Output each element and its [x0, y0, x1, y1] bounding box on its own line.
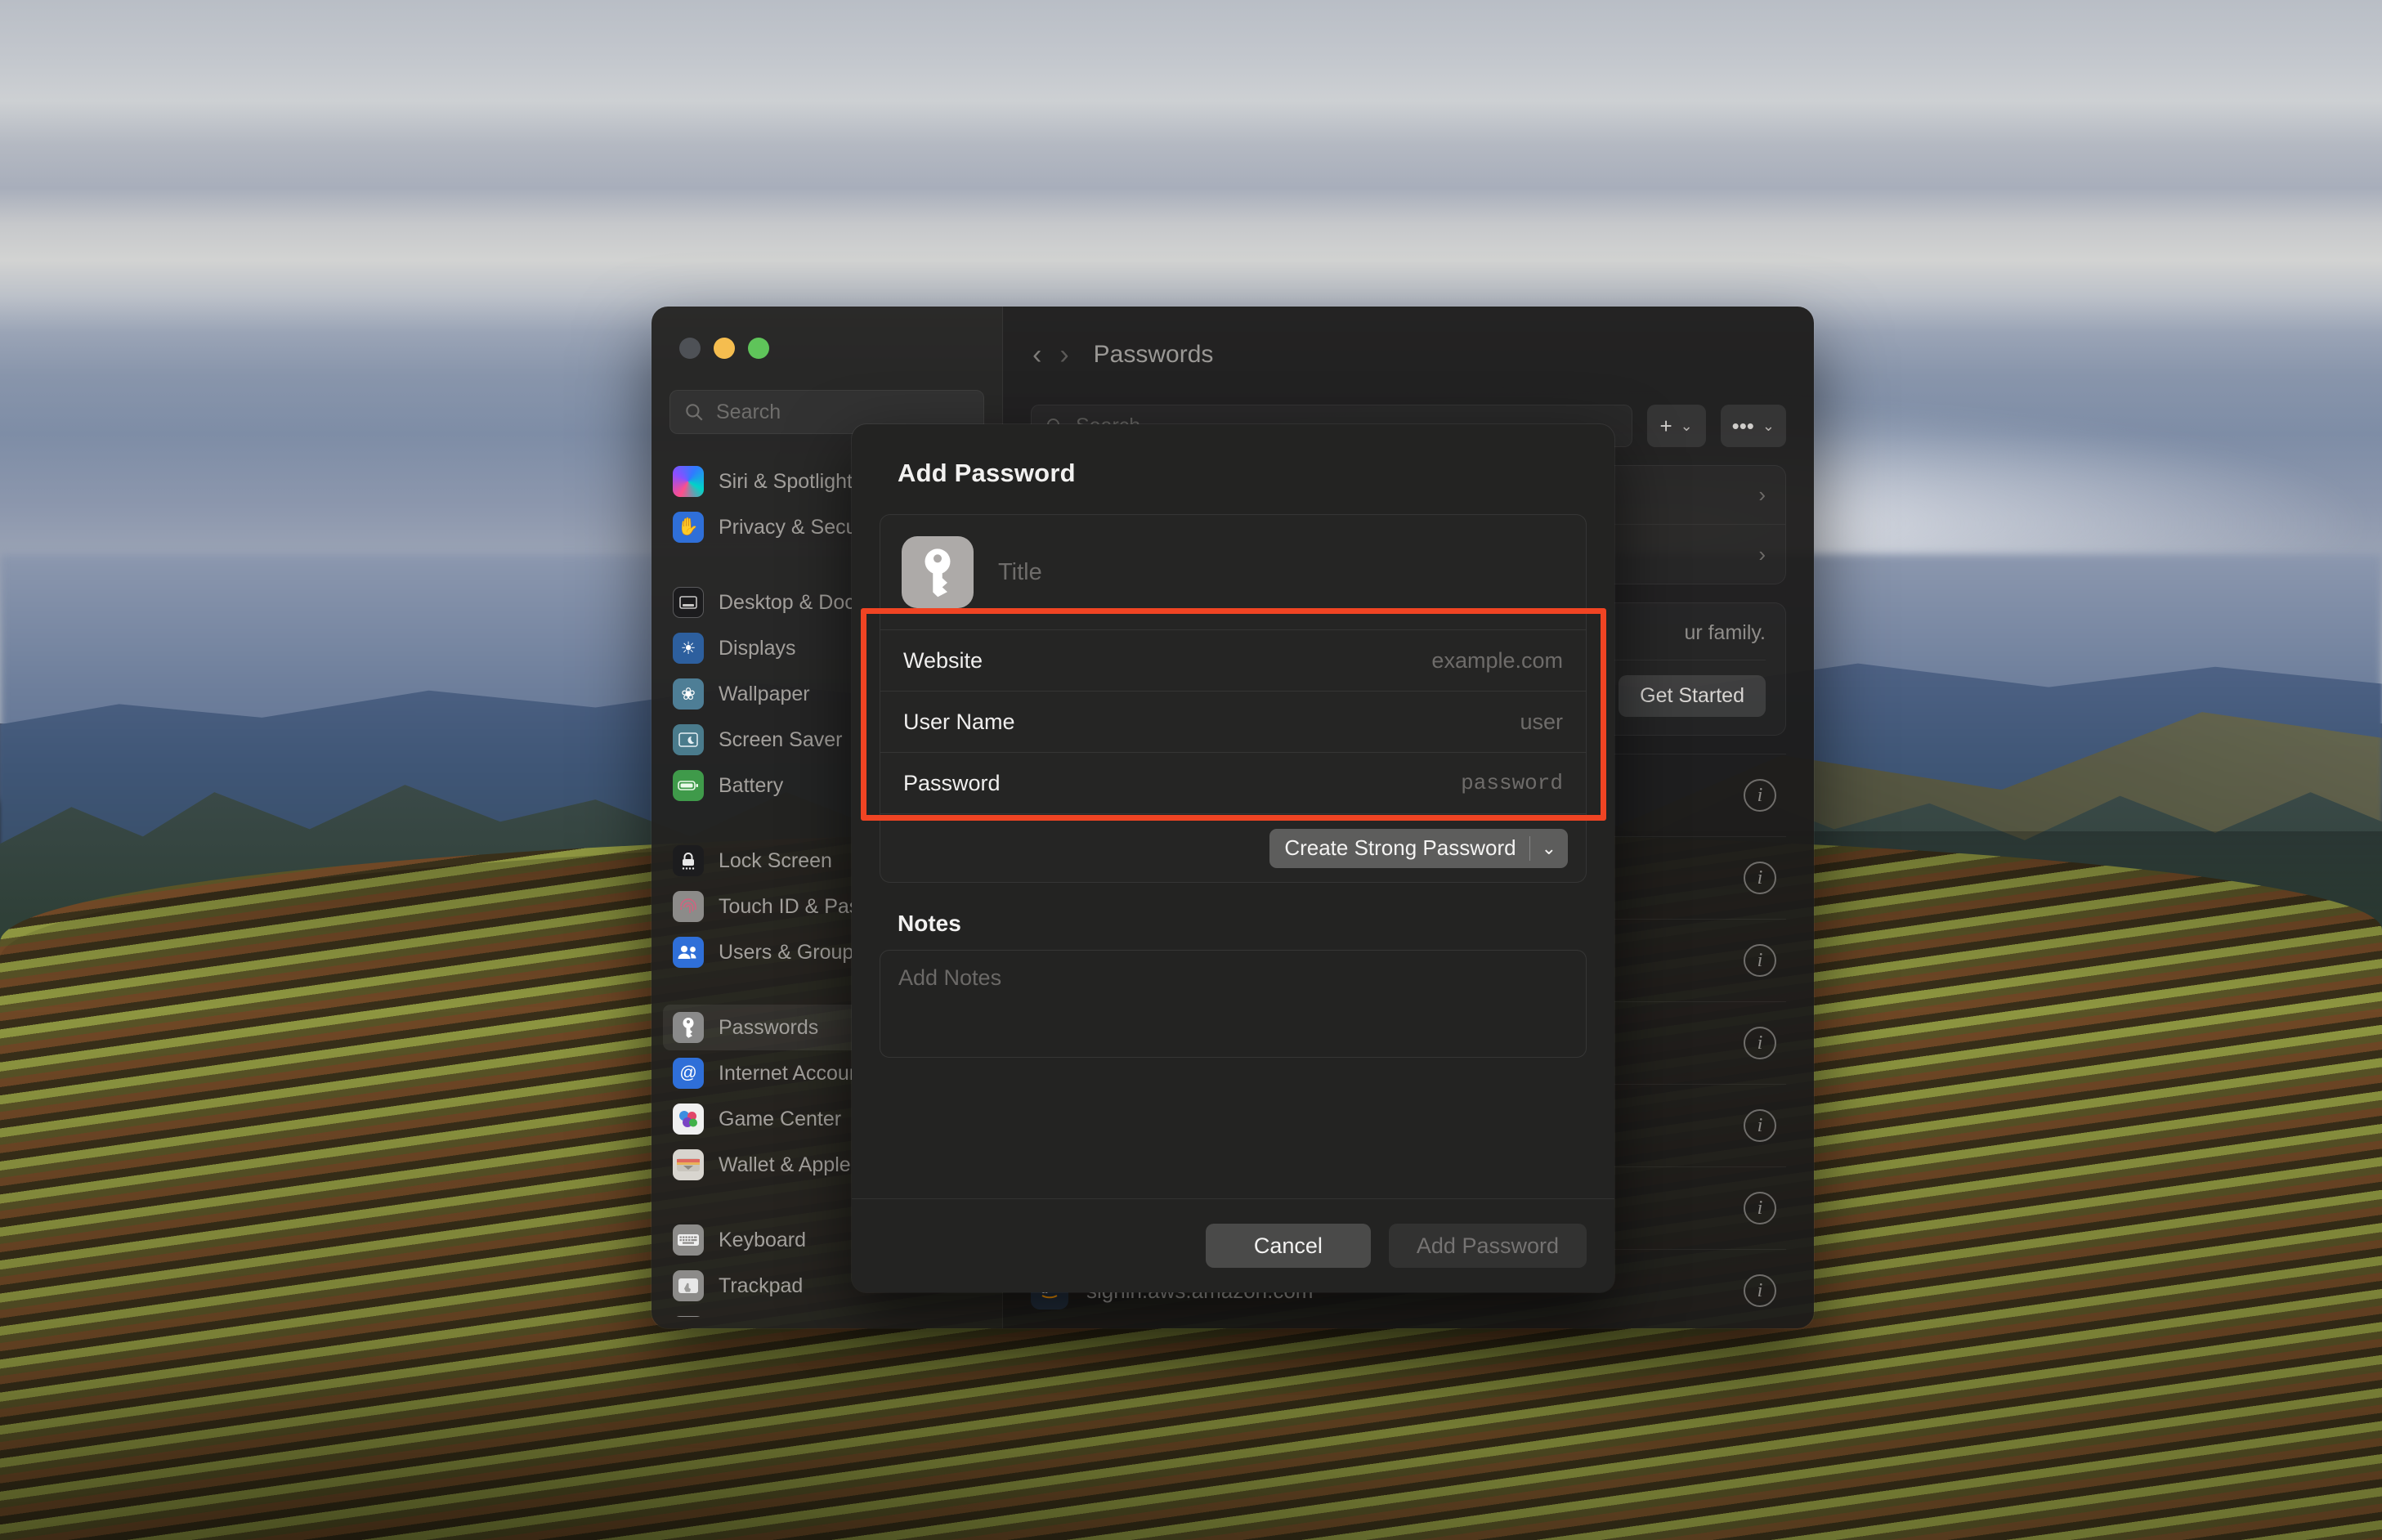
- gamecenter-icon: [673, 1104, 704, 1135]
- search-icon: [683, 401, 705, 423]
- info-icon[interactable]: i: [1744, 862, 1776, 894]
- sidebar-item-label: Trackpad: [719, 1274, 804, 1297]
- create-strong-password-label: Create Strong Password: [1284, 835, 1516, 860]
- website-input-placeholder: example.com: [1431, 647, 1563, 673]
- website-label: Website: [903, 647, 983, 673]
- main-header: ‹ › Passwords: [1003, 307, 1814, 369]
- plus-icon: +: [1659, 413, 1672, 438]
- key-icon: [673, 1012, 704, 1043]
- chevron-right-icon: ›: [1758, 541, 1766, 566]
- sidebar-item-label: Keyboard: [719, 1228, 807, 1251]
- screensaver-icon: [673, 724, 704, 755]
- wallpaper-icon: ❀: [673, 678, 704, 710]
- get-started-button[interactable]: Get Started: [1619, 675, 1766, 717]
- at-icon: @: [673, 1058, 704, 1089]
- ellipsis-icon: •••: [1731, 413, 1754, 438]
- add-password-toolbar-button[interactable]: + ⌄: [1646, 405, 1706, 447]
- sidebar-item-printers-and-scanners[interactable]: Printers & Scanners: [663, 1309, 991, 1317]
- title-input-placeholder: Title: [998, 558, 1042, 585]
- dialog-footer: Cancel Add Password: [852, 1198, 1614, 1292]
- sidebar-item-label: Users & Groups: [719, 940, 864, 964]
- website-field-row[interactable]: Website example.com: [880, 629, 1586, 691]
- info-icon[interactable]: i: [1744, 1109, 1776, 1142]
- dialog-title: Add Password: [898, 459, 1076, 487]
- more-options-toolbar-button[interactable]: ••• ⌄: [1720, 405, 1786, 447]
- sidebar-item-label: Battery: [719, 773, 784, 797]
- password-field-row[interactable]: Password password: [880, 752, 1586, 813]
- create-strong-password-row: Create Strong Password ⌄: [880, 813, 1586, 882]
- keyboard-icon: [673, 1224, 704, 1256]
- minimize-button[interactable]: [714, 338, 735, 359]
- battery-icon: [673, 770, 704, 801]
- add-password-submit-button[interactable]: Add Password: [1388, 1224, 1587, 1268]
- chevron-right-icon[interactable]: ›: [1059, 341, 1068, 369]
- sidebar-item-label: Game Center: [719, 1107, 842, 1130]
- create-strong-password-button[interactable]: Create Strong Password ⌄: [1269, 828, 1568, 868]
- username-label: User Name: [903, 709, 1015, 734]
- key-icon: [902, 536, 974, 608]
- sidebar-search-placeholder: Search: [716, 400, 781, 423]
- chevron-left-icon[interactable]: ‹: [1032, 341, 1041, 369]
- sidebar-item-label: Lock Screen: [719, 848, 832, 872]
- maximize-button[interactable]: [748, 338, 769, 359]
- dock-icon: [673, 587, 704, 618]
- info-icon[interactable]: i: [1744, 1274, 1776, 1307]
- dialog-body: Title Website example.com User Name user…: [852, 488, 1614, 1058]
- cancel-button[interactable]: Cancel: [1205, 1224, 1371, 1268]
- sidebar-item-label: Wallpaper: [719, 682, 810, 705]
- wallet-icon: [673, 1149, 704, 1180]
- info-icon[interactable]: i: [1744, 944, 1776, 977]
- siri-icon: [673, 466, 704, 497]
- printer-icon: [673, 1316, 704, 1317]
- display-icon: ☀: [673, 633, 704, 664]
- lock-icon: [673, 845, 704, 876]
- username-input-placeholder: user: [1520, 709, 1563, 734]
- chevron-down-icon: ⌄: [1680, 417, 1693, 434]
- sidebar-item-label: Passwords: [719, 1015, 819, 1039]
- title-field-row[interactable]: Title: [880, 515, 1586, 629]
- users-icon: [673, 937, 704, 968]
- trackpad-icon: [673, 1270, 704, 1301]
- notes-textarea[interactable]: Add Notes: [880, 950, 1587, 1058]
- chevron-right-icon: ›: [1758, 482, 1766, 507]
- notes-label: Notes: [898, 911, 961, 936]
- info-icon[interactable]: i: [1744, 1027, 1776, 1059]
- fingerprint-icon: [673, 891, 704, 922]
- credential-card: Title Website example.com User Name user…: [880, 514, 1587, 883]
- sidebar-item-label: Desktop & Dock: [719, 590, 866, 614]
- close-button[interactable]: [679, 338, 701, 359]
- page-title: Passwords: [1093, 341, 1214, 368]
- chevron-down-icon[interactable]: ⌄: [1530, 838, 1568, 859]
- info-icon[interactable]: i: [1744, 1192, 1776, 1224]
- chevron-down-icon: ⌄: [1762, 417, 1775, 434]
- username-field-row[interactable]: User Name user: [880, 691, 1586, 752]
- hand-icon: ✋: [673, 512, 704, 543]
- sidebar-item-label: Displays: [719, 636, 796, 660]
- notes-placeholder: Add Notes: [898, 965, 1002, 990]
- password-label: Password: [903, 770, 1001, 795]
- password-input-placeholder: password: [1461, 771, 1563, 795]
- info-icon[interactable]: i: [1744, 779, 1776, 812]
- sidebar-item-label: Screen Saver: [719, 727, 843, 751]
- add-password-dialog[interactable]: Add Password Title Website example.com U…: [852, 424, 1614, 1292]
- sidebar-item-label: Siri & Spotlight: [719, 469, 853, 493]
- window-controls[interactable]: [651, 307, 1002, 359]
